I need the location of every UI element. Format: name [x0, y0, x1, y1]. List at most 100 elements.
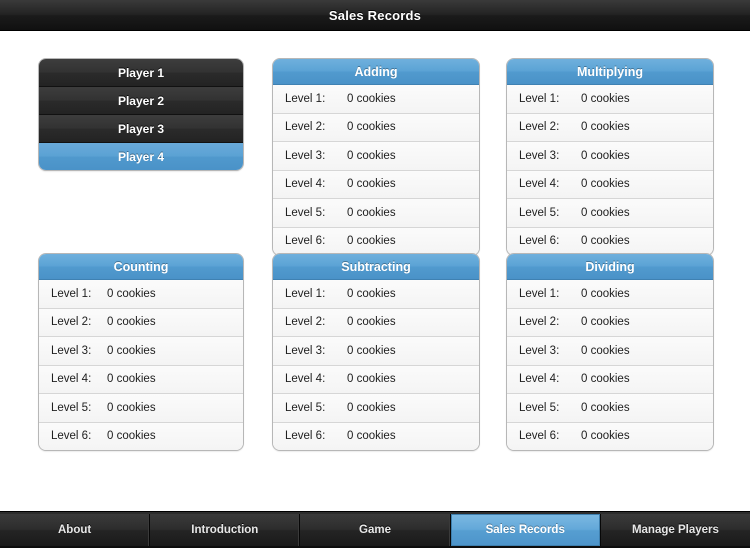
- table-title: Multiplying: [577, 64, 643, 79]
- level-value: 0 cookies: [347, 373, 396, 386]
- table-row: Level 3: 0 cookies: [507, 142, 713, 171]
- tab-label: Introduction: [191, 524, 259, 536]
- level-value: 0 cookies: [581, 92, 630, 105]
- level-label: Level 2:: [285, 121, 326, 134]
- table-row: Level 3: 0 cookies: [507, 337, 713, 366]
- table-row: Level 2: 0 cookies: [273, 113, 479, 142]
- level-label: Level 6:: [51, 430, 92, 443]
- table-row: Level 5: 0 cookies: [39, 394, 243, 423]
- level-value: 0 cookies: [581, 344, 630, 357]
- level-label: Level 3:: [285, 344, 326, 357]
- table-row: Level 5: 0 cookies: [273, 394, 479, 423]
- level-label: Level 3:: [285, 149, 326, 162]
- table-header-counting: Counting: [39, 254, 243, 280]
- table-header-dividing: Dividing: [507, 254, 713, 280]
- tab-game[interactable]: Game: [300, 514, 451, 546]
- level-label: Level 1:: [285, 92, 326, 105]
- level-label: Level 3:: [51, 344, 92, 357]
- score-table-dividing: Dividing Level 1: 0 cookies Level 2: 0 cooki…: [506, 253, 714, 451]
- tab-label: Manage Players: [631, 524, 719, 536]
- tab-label: About: [57, 524, 92, 536]
- player-label: Player 1: [117, 65, 165, 80]
- table-title: Subtracting: [341, 259, 411, 274]
- level-value: 0 cookies: [347, 316, 396, 329]
- table-row: Level 4: 0 cookies: [273, 365, 479, 394]
- table-row: Level 1: 0 cookies: [273, 85, 479, 114]
- table-row: Level 1: 0 cookies: [507, 85, 713, 114]
- tab-about[interactable]: About: [0, 514, 151, 546]
- level-value: 0 cookies: [581, 287, 630, 300]
- bottom-tab-bar: About Introduction Game Sales Records Manage…: [0, 511, 750, 548]
- level-value: 0 cookies: [347, 235, 396, 248]
- level-label: Level 1:: [51, 287, 92, 300]
- level-value: 0 cookies: [581, 401, 630, 414]
- table-title: Counting: [113, 259, 169, 274]
- player-row[interactable]: Player 3: [39, 115, 243, 143]
- level-value: 0 cookies: [347, 121, 396, 134]
- level-label: Level 6:: [519, 235, 560, 248]
- table-row: Level 2: 0 cookies: [273, 308, 479, 337]
- level-value: 0 cookies: [581, 235, 630, 248]
- table-row: Level 5: 0 cookies: [507, 394, 713, 423]
- level-value: 0 cookies: [347, 401, 396, 414]
- table-row: Level 4: 0 cookies: [39, 365, 243, 394]
- tab-manage-players[interactable]: Manage Players: [600, 514, 750, 546]
- table-row: Level 2: 0 cookies: [507, 308, 713, 337]
- table-row: Level 3: 0 cookies: [39, 337, 243, 366]
- level-label: Level 4:: [51, 373, 92, 386]
- level-value: 0 cookies: [347, 287, 396, 300]
- level-label: Level 1:: [519, 92, 560, 105]
- table-row: Level 6: 0 cookies: [273, 227, 479, 255]
- main-content: Player 1 Player 2 Player 3 Player 4 Countin…: [0, 31, 750, 511]
- level-label: Level 3:: [519, 149, 560, 162]
- page-title: Sales Records: [328, 7, 422, 23]
- level-label: Level 2:: [51, 316, 92, 329]
- top-navigation-bar: Sales Records: [0, 0, 750, 31]
- table-header-multiplying: Multiplying: [507, 59, 713, 85]
- tab-sales-records[interactable]: Sales Records: [450, 514, 601, 546]
- score-table-multiplying: Multiplying Level 1: 0 cookies Level 2: 0 co…: [506, 58, 714, 256]
- level-value: 0 cookies: [107, 287, 156, 300]
- level-label: Level 6:: [285, 430, 326, 443]
- level-label: Level 6:: [519, 430, 560, 443]
- level-label: Level 2:: [519, 121, 560, 134]
- level-value: 0 cookies: [581, 178, 630, 191]
- tab-label: Sales Records: [485, 524, 565, 536]
- table-title: Dividing: [585, 259, 635, 274]
- score-table-subtracting: Subtracting Level 1: 0 cookies Level 2: 0 co…: [272, 253, 480, 451]
- level-label: Level 4:: [285, 178, 326, 191]
- player-label: Player 2: [117, 93, 165, 108]
- level-label: Level 3:: [519, 344, 560, 357]
- table-row: Level 2: 0 cookies: [39, 308, 243, 337]
- player-row[interactable]: Player 1: [39, 59, 243, 87]
- player-label: Player 3: [117, 121, 165, 136]
- level-value: 0 cookies: [107, 430, 156, 443]
- level-value: 0 cookies: [347, 92, 396, 105]
- level-value: 0 cookies: [581, 373, 630, 386]
- tab-introduction[interactable]: Introduction: [150, 514, 301, 546]
- player-label: Player 4: [117, 149, 165, 164]
- level-value: 0 cookies: [347, 149, 396, 162]
- level-label: Level 1:: [285, 287, 326, 300]
- level-label: Level 2:: [285, 316, 326, 329]
- tab-label: Game: [359, 524, 391, 536]
- table-row: Level 1: 0 cookies: [39, 280, 243, 309]
- level-value: 0 cookies: [581, 149, 630, 162]
- level-label: Level 5:: [51, 401, 92, 414]
- player-row[interactable]: Player 2: [39, 87, 243, 115]
- table-row: Level 2: 0 cookies: [507, 113, 713, 142]
- player-row[interactable]: Player 4: [39, 143, 243, 170]
- level-value: 0 cookies: [107, 401, 156, 414]
- level-value: 0 cookies: [107, 316, 156, 329]
- level-value: 0 cookies: [107, 344, 156, 357]
- table-title: Adding: [354, 64, 398, 79]
- level-label: Level 5:: [285, 206, 326, 219]
- level-label: Level 5:: [285, 401, 326, 414]
- level-label: Level 5:: [519, 206, 560, 219]
- table-row: Level 6: 0 cookies: [273, 422, 479, 450]
- table-row: Level 1: 0 cookies: [507, 280, 713, 309]
- score-table-adding: Adding Level 1: 0 cookies Level 2: 0 cookies…: [272, 58, 480, 256]
- table-row: Level 3: 0 cookies: [273, 142, 479, 171]
- level-label: Level 1:: [519, 287, 560, 300]
- level-value: 0 cookies: [581, 430, 630, 443]
